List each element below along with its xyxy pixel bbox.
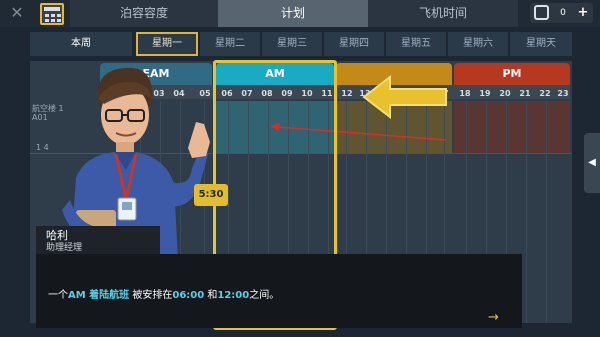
- dialog-text-part: 和: [204, 290, 218, 301]
- hour-label: 20: [499, 89, 511, 98]
- hour-label: 19: [479, 89, 491, 98]
- day-saturday[interactable]: 星期六: [448, 32, 508, 56]
- tab-flight-time[interactable]: 飞机时间: [368, 0, 518, 27]
- chevron-left-icon[interactable]: ◀: [584, 133, 600, 193]
- week-selector: 本周 星期一 星期二 星期三 星期四 星期五 星期六 星期天: [30, 32, 572, 58]
- tutorial-dialog[interactable]: 一个AM 着陆航班 被安排在06:00 和12:00之间。 →: [36, 254, 522, 328]
- day-tuesday[interactable]: 星期二: [200, 32, 260, 56]
- top-bar: ✕ 泊容容度 计划 飞机时间 0 +: [0, 0, 600, 27]
- grid-line: [546, 101, 547, 323]
- day-this-week[interactable]: 本周: [30, 32, 132, 56]
- day-wednesday[interactable]: 星期三: [262, 32, 322, 56]
- calendar-icon[interactable]: [40, 3, 64, 25]
- dialog-time-start: 06:00: [172, 290, 205, 301]
- dialog-time-end: 12:00: [217, 290, 250, 301]
- currency-amount: 0: [560, 8, 566, 18]
- hour-label: 12: [341, 89, 353, 98]
- pm-row-tint: [454, 101, 570, 153]
- dialog-text-part: 被安排在: [129, 290, 173, 301]
- dialog-text-part: 一个: [48, 290, 68, 301]
- dialog-text-part: 之间。: [249, 290, 280, 301]
- plus-icon[interactable]: +: [576, 6, 590, 20]
- tab-plan[interactable]: 计划: [218, 0, 368, 27]
- day-friday[interactable]: 星期五: [386, 32, 446, 56]
- pointer-arrow-icon: [362, 75, 447, 119]
- grid-line: [526, 101, 527, 323]
- close-icon[interactable]: ✕: [8, 4, 26, 22]
- hour-label: 22: [539, 89, 551, 98]
- character-role: 助理经理: [46, 243, 83, 253]
- character-nametag: 哈利 助理经理: [36, 226, 160, 254]
- time-chip: 5:30: [194, 184, 228, 206]
- hour-label: 23: [557, 89, 569, 98]
- gem-icon: [534, 5, 549, 20]
- day-sunday[interactable]: 星期天: [510, 32, 572, 56]
- arrow-right-icon[interactable]: →: [488, 310, 499, 325]
- currency-display: 0 +: [530, 3, 593, 23]
- tab-capacity[interactable]: 泊容容度: [70, 0, 218, 27]
- day-thursday[interactable]: 星期四: [324, 32, 384, 56]
- band-pm: PM: [454, 63, 570, 85]
- dialog-text: 一个AM 着陆航班 被安排在06:00 和12:00之间。: [48, 286, 279, 301]
- day-monday[interactable]: 星期一: [136, 32, 198, 56]
- hour-label: 21: [519, 89, 531, 98]
- dialog-highlight: AM 着陆航班: [68, 290, 130, 301]
- hour-label: 18: [459, 89, 471, 98]
